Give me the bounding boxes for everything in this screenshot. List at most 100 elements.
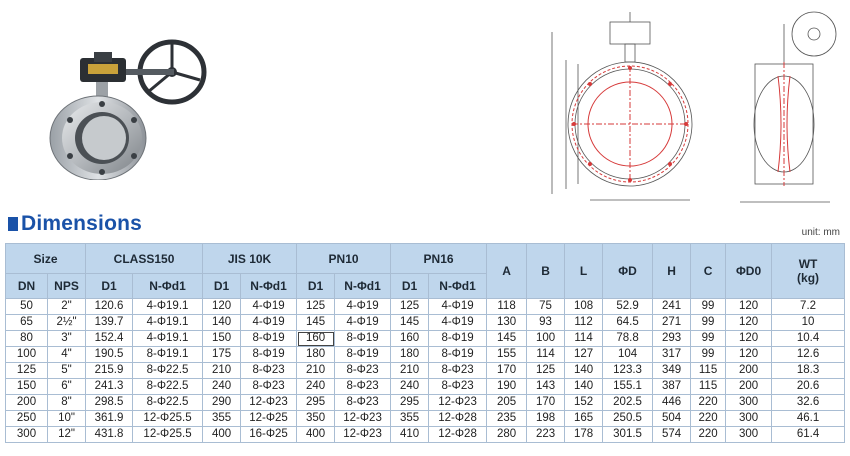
table-cell: 160 [390,330,430,347]
table-cell: 301.5 [602,426,654,443]
table-cell: 431.8 [85,426,134,443]
table-cell: 220 [690,426,727,443]
table-cell: 8-Φ19 [334,346,392,363]
table-row: 65 2½" 139.7 4-Φ19.1 140 4-Φ19 145 4-Φ19 145 4-Φ1… [5,314,846,331]
table-row: 80 3" 152.4 4-Φ19.1 150 8-Φ19 160 8-Φ19 160 8-Φ19… [5,330,846,347]
table-cell: 152.4 [85,330,134,347]
table-row: 125 5" 215.9 8-Φ22.5 210 8-Φ23 210 8-Φ23 210 8-Φ2… [5,362,846,379]
table-cell: 5" [46,362,87,379]
table-cell: 180 [390,346,430,363]
table-cell: 12-Φ23 [240,394,298,411]
table-cell: 152 [564,394,604,411]
heading-square-icon [8,217,18,231]
table-cell: 240 [202,378,242,395]
table-cell: 2½" [46,314,87,331]
table-cell: 155 [486,346,528,363]
table-cell: 190 [486,378,528,395]
header-size: Size [4,243,87,274]
table-cell: 18.3 [771,362,846,379]
table-row: 200 8" 298.5 8-Φ22.5 290 12-Φ23 295 8-Φ23 295 12-… [5,394,846,411]
table-cell: 241 [652,298,692,315]
table-cell: 114 [526,346,566,363]
table-cell: 150 [202,330,242,347]
table-cell: 8-Φ23 [240,362,298,379]
table-cell: 175 [202,346,242,363]
table-cell: 12-Φ25 [240,410,298,427]
table-cell: 8-Φ22.5 [132,378,204,395]
table-cell: 4-Φ19 [428,314,488,331]
subheader-n-phi-d1: N-Φd1 [240,273,298,299]
table-cell: 165 [564,410,604,427]
table-cell: 50 [5,298,48,315]
table-cell: 3" [46,330,87,347]
table-cell: 410 [390,426,430,443]
table-cell: 8-Φ22.5 [132,394,204,411]
table-cell: 574 [652,426,692,443]
table-cell: 112 [564,314,604,331]
table-cell: 61.4 [771,426,846,443]
table-cell: 78.8 [602,330,654,347]
table-cell: 8-Φ23 [334,394,392,411]
table-cell: 223 [526,426,566,443]
table-cell: 145 [486,330,528,347]
table-cell: 8-Φ23 [334,362,392,379]
table-cell: 145 [390,314,430,331]
table-cell: 361.9 [85,410,134,427]
table-cell: 200 [725,378,773,395]
header-h: H [652,243,692,299]
table-cell: 200 [5,394,48,411]
header-class150: CLASS150 [85,243,204,274]
table-cell: 355 [390,410,430,427]
subheader-dn: DN [5,273,48,299]
table-cell: 170 [526,394,566,411]
table-cell: 400 [296,426,336,443]
table-cell: 120.6 [85,298,134,315]
table-cell: 293 [652,330,692,347]
table-cell: 202.5 [602,394,654,411]
table-cell: 300 [725,410,773,427]
table-cell: 65 [5,314,48,331]
table-cell: 12-Φ23 [334,410,392,427]
table-cell: 123.3 [602,362,654,379]
table-cell: 180 [296,346,336,363]
table-cell: 125 [526,362,566,379]
table-cell: 4-Φ19 [334,314,392,331]
table-cell: 170 [486,362,528,379]
heading-title: Dimensions [21,212,143,235]
table-cell: 235 [486,410,528,427]
table-cell: 120 [725,298,773,315]
table-cell: 20.6 [771,378,846,395]
table-cell: 280 [486,426,528,443]
table-cell: 108 [564,298,604,315]
table-cell: 125 [390,298,430,315]
table-cell: 140 [564,378,604,395]
table-cell: 46.1 [771,410,846,427]
table-row: 150 6" 241.3 8-Φ22.5 240 8-Φ23 240 8-Φ23 240 8-Φ2… [5,378,846,395]
table-cell: 32.6 [771,394,846,411]
header-phi-d: ΦD [602,243,654,299]
table-cell: 130 [486,314,528,331]
table-cell: 295 [390,394,430,411]
table-cell: 120 [202,298,242,315]
table-cell: 93 [526,314,566,331]
dimensions-table: Size CLASS150 JIS 10K PN10 PN16 A B L ΦD… [4,243,846,443]
table-cell: 8-Φ19.1 [132,346,204,363]
table-cell: 241.3 [85,378,134,395]
unit-label: unit: mm [801,227,840,238]
table-cell: 115 [690,362,727,379]
table-cell: 240 [296,378,336,395]
table-cell: 12-Φ23 [428,394,488,411]
header-pn16: PN16 [390,243,488,274]
header-a: A [486,243,528,299]
table-body: 50 2" 120.6 4-Φ19.1 120 4-Φ19 125 4-Φ19 125 4-Φ19… [5,298,846,443]
table-row: 250 10" 361.9 12-Φ25.5 355 12-Φ25 350 12-Φ23 355… [5,410,846,427]
subheader-n-phi-d1: N-Φd1 [334,273,392,299]
header-row-top: Size CLASS150 JIS 10K PN10 PN16 A B L ΦD… [4,243,846,299]
table-cell: 295 [296,394,336,411]
table-cell: 75 [526,298,566,315]
table-cell: 4-Φ19 [240,314,298,331]
table-cell: 2" [46,298,87,315]
table-cell: 150 [5,378,48,395]
table-cell: 178 [564,426,604,443]
table-cell: 317 [652,346,692,363]
